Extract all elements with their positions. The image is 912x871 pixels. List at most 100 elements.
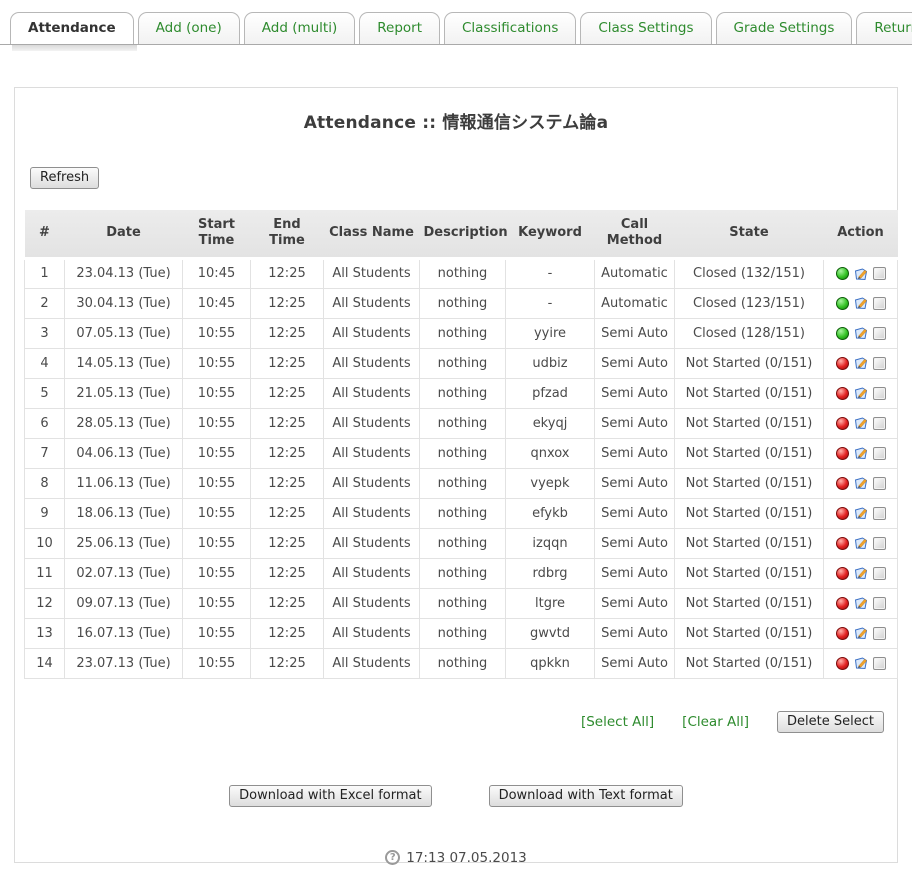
tab-report[interactable]: Report [359,12,440,44]
status-orb-icon[interactable] [836,297,849,310]
tab-label: Add (one) [156,20,222,36]
download-excel-button[interactable]: Download with Excel format [229,785,431,807]
session-number: 1 [25,258,65,288]
session-description: nothing [420,288,506,318]
session-end-time: 12:25 [251,438,324,468]
edit-icon[interactable] [854,446,868,460]
status-orb-icon[interactable] [836,417,849,430]
refresh-button[interactable]: Refresh [30,167,99,189]
download-text-button[interactable]: Download with Text format [489,785,683,807]
session-call-method: Semi Auto [595,648,675,678]
session-checkbox[interactable] [873,267,886,280]
status-orb-icon[interactable] [836,477,849,490]
session-start-time: 10:55 [183,348,251,378]
header-row: #DateStart TimeEnd TimeClass NameDescrip… [25,210,898,258]
session-checkbox[interactable] [873,327,886,340]
session-end-time: 12:25 [251,558,324,588]
edit-icon[interactable] [854,356,868,370]
session-checkbox[interactable] [873,597,886,610]
status-orb-icon[interactable] [836,327,849,340]
edit-icon[interactable] [854,476,868,490]
tab-add-multi[interactable]: Add (multi) [244,12,355,44]
column-header: Class Name [324,210,420,258]
session-number: 12 [25,588,65,618]
session-state: Not Started (0/151) [675,588,824,618]
table-body: 1 23.04.13 (Tue) 10:45 12:25 All Student… [25,258,898,678]
edit-icon[interactable] [854,267,868,281]
session-number: 5 [25,378,65,408]
edit-icon[interactable] [854,536,868,550]
attendance-panel: Attendance :: 情報通信システム論a Refresh #DateSt… [14,87,898,863]
edit-icon[interactable] [854,656,868,670]
edit-icon[interactable] [854,386,868,400]
tab-classifications[interactable]: Classifications [444,12,576,44]
edit-icon[interactable] [854,326,868,340]
clear-all-link[interactable]: [Clear All] [682,714,749,730]
status-orb-icon[interactable] [836,507,849,520]
session-checkbox[interactable] [873,447,886,460]
status-orb-icon[interactable] [836,627,849,640]
session-start-time: 10:45 [183,258,251,288]
session-end-time: 12:25 [251,288,324,318]
tab-return-to-course[interactable]: Return to Course [856,12,912,44]
session-number: 7 [25,438,65,468]
session-end-time: 12:25 [251,258,324,288]
session-checkbox[interactable] [873,567,886,580]
session-description: nothing [420,258,506,288]
tab-label: Classifications [462,20,558,36]
session-call-method: Semi Auto [595,588,675,618]
session-checkbox[interactable] [873,507,886,520]
session-keyword: izqqn [506,528,595,558]
status-orb-icon[interactable] [836,597,849,610]
session-checkbox[interactable] [873,537,886,550]
edit-icon[interactable] [854,416,868,430]
session-checkbox[interactable] [873,297,886,310]
edit-icon[interactable] [854,596,868,610]
session-date: 07.05.13 (Tue) [65,318,183,348]
session-checkbox[interactable] [873,417,886,430]
table-row: 2 30.04.13 (Tue) 10:45 12:25 All Student… [25,288,898,318]
tab-class-settings[interactable]: Class Settings [580,12,711,44]
edit-icon[interactable] [854,566,868,580]
column-header: Keyword [506,210,595,258]
session-checkbox[interactable] [873,387,886,400]
status-orb-icon[interactable] [836,357,849,370]
session-checkbox[interactable] [873,357,886,370]
session-class-name: All Students [324,648,420,678]
table-row: 7 04.06.13 (Tue) 10:55 12:25 All Student… [25,438,898,468]
tab-add-one[interactable]: Add (one) [138,12,240,44]
session-date: 11.06.13 (Tue) [65,468,183,498]
status-orb-icon[interactable] [836,657,849,670]
session-checkbox[interactable] [873,477,886,490]
edit-icon[interactable] [854,296,868,310]
session-keyword: vyepk [506,468,595,498]
session-keyword: yyire [506,318,595,348]
edit-icon[interactable] [854,626,868,640]
session-number: 11 [25,558,65,588]
session-checkbox[interactable] [873,627,886,640]
status-orb-icon[interactable] [836,567,849,580]
session-state: Not Started (0/151) [675,648,824,678]
status-orb-icon[interactable] [836,387,849,400]
session-actions [824,408,898,438]
tab-attendance[interactable]: Attendance [10,12,134,44]
status-orb-icon[interactable] [836,447,849,460]
table-row: 13 16.07.13 (Tue) 10:55 12:25 All Studen… [25,618,898,648]
status-orb-icon[interactable] [836,267,849,280]
status-orb-icon[interactable] [836,537,849,550]
select-all-link[interactable]: [Select All] [581,714,654,730]
session-call-method: Semi Auto [595,318,675,348]
session-actions [824,378,898,408]
edit-icon[interactable] [854,506,868,520]
delete-select-button[interactable]: Delete Select [777,711,884,733]
session-checkbox[interactable] [873,657,886,670]
help-icon[interactable]: ? [385,850,400,865]
session-start-time: 10:55 [183,438,251,468]
session-class-name: All Students [324,318,420,348]
session-date: 23.07.13 (Tue) [65,648,183,678]
tab-grade-settings[interactable]: Grade Settings [716,12,853,44]
session-description: nothing [420,438,506,468]
session-call-method: Semi Auto [595,528,675,558]
session-number: 13 [25,618,65,648]
session-actions [824,648,898,678]
